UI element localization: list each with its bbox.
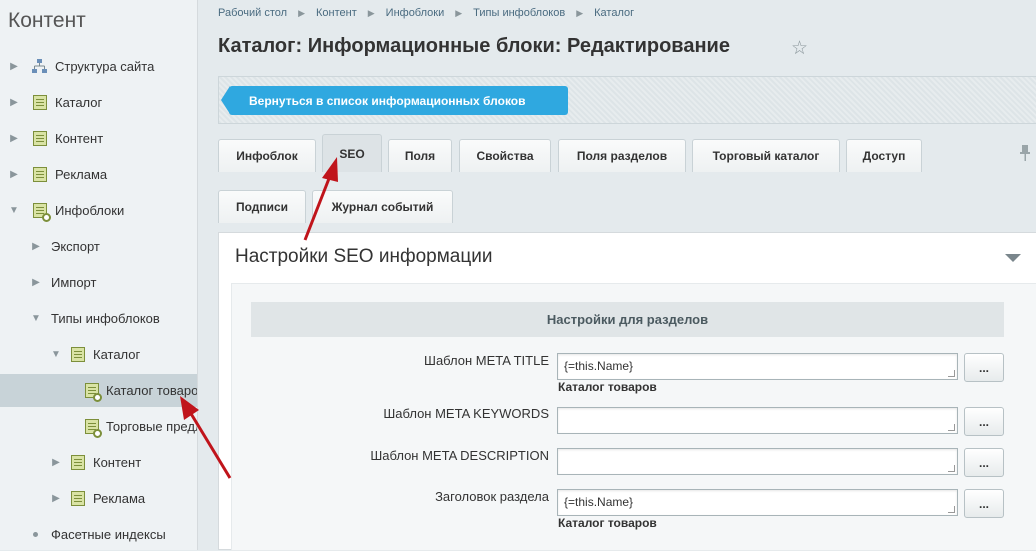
meta-title-hint: Каталог товаров xyxy=(558,380,657,394)
sidebar-item-label: Структура сайта xyxy=(55,59,155,74)
doc-icon xyxy=(69,346,86,363)
sidebar-item-label: Каталог xyxy=(93,347,141,362)
sidebar-item-label: Контент xyxy=(93,455,142,470)
expand-arrow-icon[interactable]: ▶ xyxy=(31,241,41,252)
sidebar-item-label: Торговые предложения xyxy=(106,419,197,434)
bullet-icon xyxy=(33,532,38,537)
expand-arrow-icon[interactable]: ▶ xyxy=(31,277,41,288)
doc-gear-icon xyxy=(31,202,51,222)
tab-fields[interactable]: Поля xyxy=(388,139,452,172)
field-label-meta-keywords: Шаблон META KEYWORDS xyxy=(383,406,549,421)
sidebar-item-label: Инфоблоки xyxy=(55,203,125,218)
collapse-icon[interactable] xyxy=(1005,254,1021,262)
tab-infoblock[interactable]: Инфоблок xyxy=(218,139,316,172)
sidebar-item-structure[interactable]: ▶ Структура сайта xyxy=(0,50,197,83)
tab-section-fields[interactable]: Поля разделов xyxy=(558,139,686,172)
sidebar-item-label: Типы инфоблоков xyxy=(51,311,160,326)
sidebar-item-type-catalog[interactable]: ▼ Каталог xyxy=(0,338,197,371)
sidebar-item-label: Контент xyxy=(55,131,104,146)
panel-title: Настройки SEO информации xyxy=(235,246,493,267)
breadcrumb-link[interactable]: Инфоблоки xyxy=(386,7,445,19)
field-label-meta-title: Шаблон META TITLE xyxy=(424,353,549,368)
collapse-arrow-icon[interactable]: ▼ xyxy=(9,205,19,216)
sidebar-item-infoblocks[interactable]: ▼ Инфоблоки xyxy=(0,194,197,227)
structure-icon xyxy=(31,58,48,75)
sidebar-item-ads[interactable]: ▶ Реклама xyxy=(0,158,197,191)
tab-properties[interactable]: Свойства xyxy=(459,139,551,172)
back-to-list-button[interactable]: Вернуться в список информационных блоков xyxy=(221,86,568,115)
doc-icon xyxy=(31,166,48,183)
doc-gear-icon xyxy=(85,418,102,438)
expand-arrow-icon[interactable]: ▶ xyxy=(9,61,19,72)
sidebar-item-label: Каталог xyxy=(55,95,103,110)
meta-title-insert-button[interactable]: ... xyxy=(964,353,1004,382)
sidebar-item-import[interactable]: ▶ Импорт xyxy=(0,266,197,299)
sidebar-item-catalog-products[interactable]: Каталог товаров xyxy=(0,374,198,407)
section-heading-field[interactable]: {=this.Name} xyxy=(557,489,958,516)
field-label-section-heading: Заголовок раздела xyxy=(435,489,549,504)
sidebar-item-label: Экспорт xyxy=(51,239,100,254)
sidebar-item-type-ads[interactable]: ▶ Реклама xyxy=(0,482,197,515)
sidebar-item-type-content[interactable]: ▶ Контент xyxy=(0,446,197,479)
sidebar-item-label: Реклама xyxy=(55,167,108,182)
doc-icon xyxy=(69,490,86,507)
sidebar-item-label: Фасетные индексы xyxy=(51,527,166,542)
tab-captions[interactable]: Подписи xyxy=(218,190,306,223)
page-title: Каталог: Информационные блоки: Редактиро… xyxy=(218,35,730,57)
star-icon[interactable]: ☆ xyxy=(791,37,808,60)
breadcrumb-link[interactable]: Контент xyxy=(316,7,357,19)
doc-icon xyxy=(69,454,86,471)
meta-keywords-insert-button[interactable]: ... xyxy=(964,407,1004,436)
toolbar: Вернуться в список информационных блоков xyxy=(218,76,1036,124)
section-title: Настройки для разделов xyxy=(251,302,1004,337)
breadcrumb-link[interactable]: Каталог xyxy=(594,7,634,19)
tab-access[interactable]: Доступ xyxy=(846,139,922,172)
collapse-arrow-icon[interactable]: ▼ xyxy=(31,313,41,324)
expand-arrow-icon[interactable]: ▶ xyxy=(9,169,19,180)
sidebar: Контент ▶ Структура сайта ▶ Каталог ▶ Ко… xyxy=(0,0,198,550)
expand-arrow-icon[interactable]: ▶ xyxy=(9,133,19,144)
meta-description-insert-button[interactable]: ... xyxy=(964,448,1004,477)
tab-seo[interactable]: SEO xyxy=(322,134,382,172)
breadcrumb-separator-icon: ▶ xyxy=(576,7,584,18)
section-heading-hint: Каталог товаров xyxy=(558,516,657,530)
sidebar-item-iblock-types[interactable]: ▼ Типы инфоблоков xyxy=(0,302,197,335)
sidebar-item-content[interactable]: ▶ Контент xyxy=(0,122,197,155)
sidebar-item-export[interactable]: ▶ Экспорт xyxy=(0,230,197,263)
tab-event-log[interactable]: Журнал событий xyxy=(312,190,453,223)
sidebar-item-label: Каталог товаров xyxy=(106,383,198,398)
meta-description-field[interactable] xyxy=(557,448,958,475)
sidebar-item-offers[interactable]: Торговые предложения xyxy=(0,410,197,443)
meta-keywords-field[interactable] xyxy=(557,407,958,434)
breadcrumb-separator-icon: ▶ xyxy=(298,7,305,18)
doc-icon xyxy=(31,130,48,147)
expand-arrow-icon[interactable]: ▶ xyxy=(9,97,19,108)
sidebar-title: Контент xyxy=(8,9,86,32)
sidebar-item-label: Реклама xyxy=(93,491,146,506)
sidebar-item-facet-index[interactable]: Фасетные индексы xyxy=(0,518,197,550)
collapse-arrow-icon[interactable]: ▼ xyxy=(51,349,61,360)
field-label-meta-description: Шаблон META DESCRIPTION xyxy=(370,448,549,463)
meta-title-field[interactable]: {=this.Name} xyxy=(557,353,958,380)
breadcrumb-link[interactable]: Рабочий стол xyxy=(218,7,287,19)
sidebar-item-label: Импорт xyxy=(51,275,97,290)
expand-arrow-icon[interactable]: ▶ xyxy=(51,457,61,468)
breadcrumb: Рабочий стол ▶ Контент ▶ Инфоблоки ▶ Тип… xyxy=(218,7,634,19)
section-heading-insert-button[interactable]: ... xyxy=(964,489,1004,518)
pin-icon[interactable] xyxy=(1018,144,1032,162)
expand-arrow-icon[interactable]: ▶ xyxy=(51,493,61,504)
tab-trade-catalog[interactable]: Торговый каталог xyxy=(692,139,840,172)
breadcrumb-separator-icon: ▶ xyxy=(367,7,375,18)
breadcrumb-link[interactable]: Типы инфоблоков xyxy=(473,7,565,19)
sidebar-item-catalog[interactable]: ▶ Каталог xyxy=(0,86,197,119)
doc-gear-icon xyxy=(85,382,102,402)
doc-icon xyxy=(31,94,48,111)
breadcrumb-separator-icon: ▶ xyxy=(455,7,463,18)
